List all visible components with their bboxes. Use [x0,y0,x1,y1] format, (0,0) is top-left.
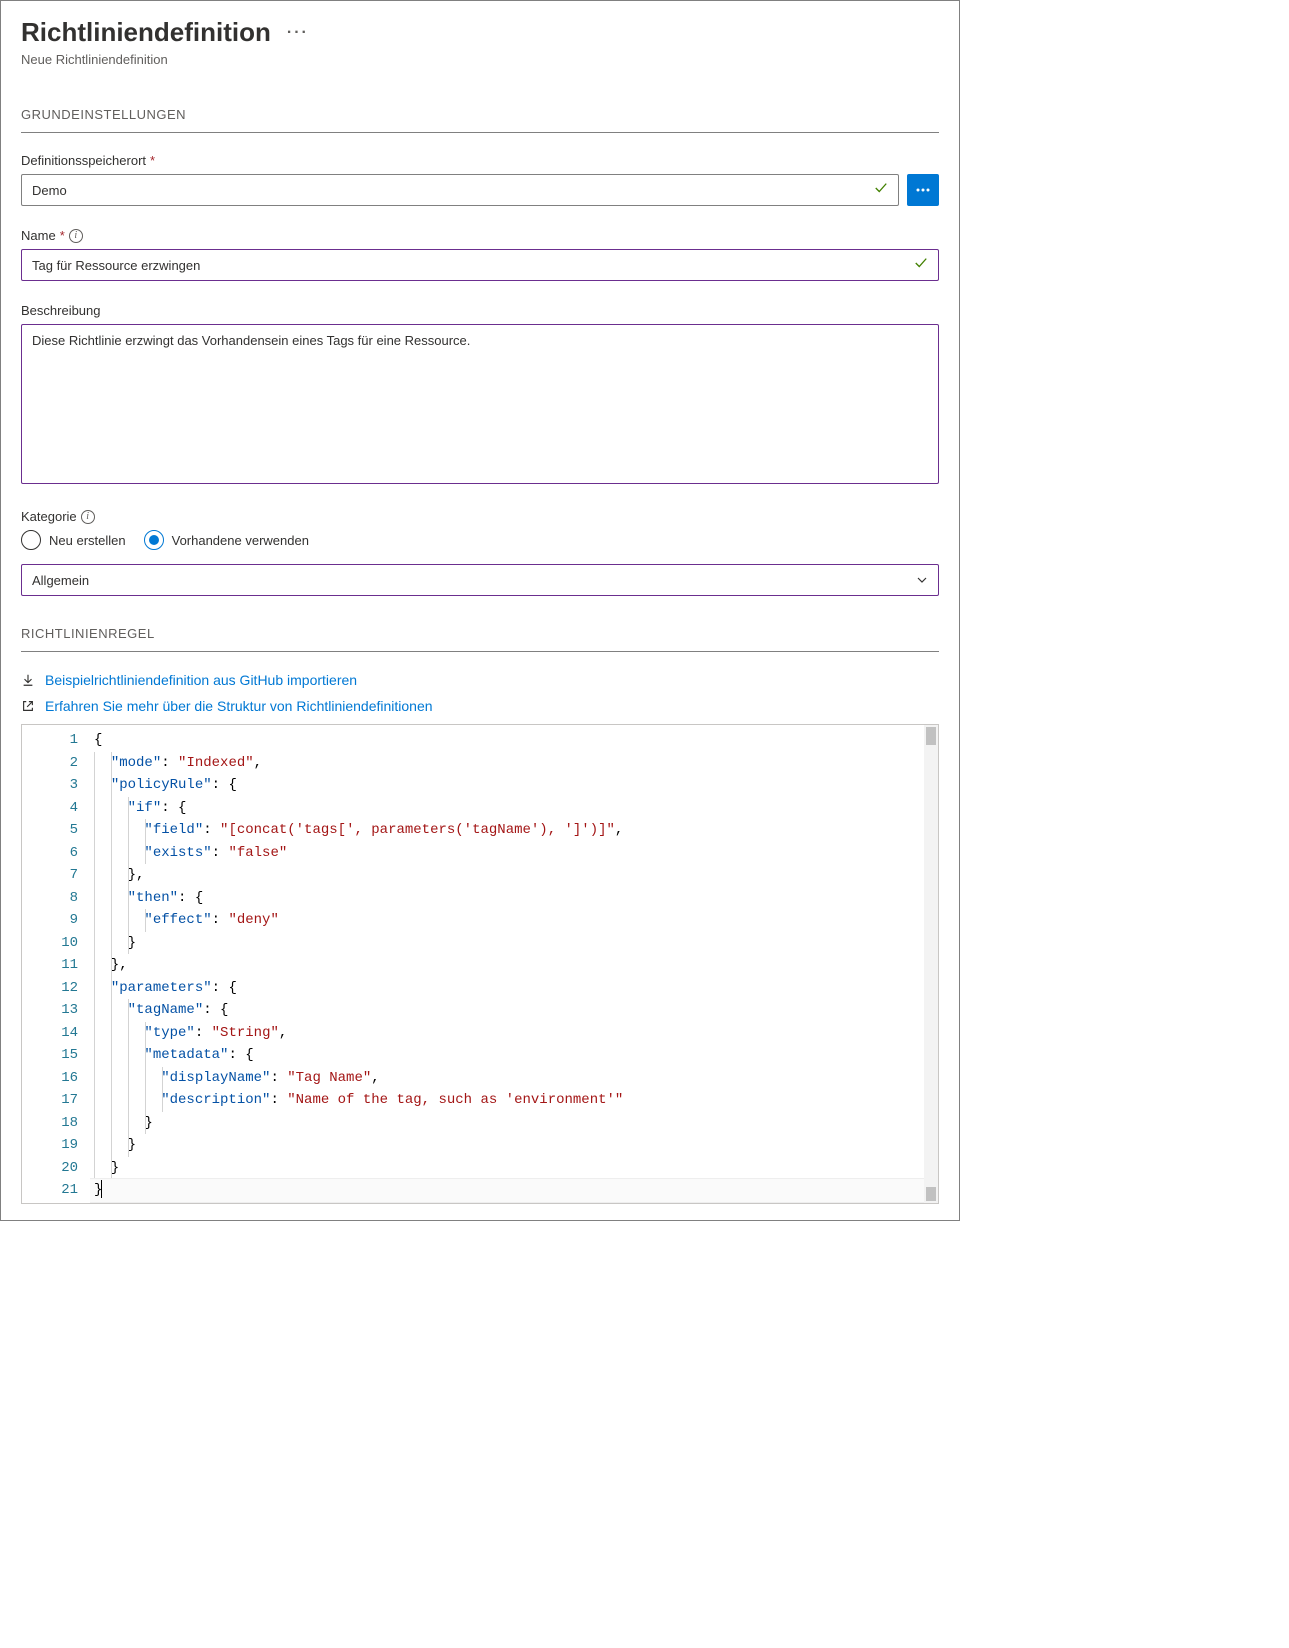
radio-label: Neu erstellen [49,533,126,548]
info-icon[interactable]: i [69,229,83,243]
info-icon[interactable]: i [81,510,95,524]
scroll-thumb[interactable] [926,1187,936,1201]
check-icon [874,181,888,200]
location-input[interactable]: Demo [21,174,899,206]
radio-icon [21,530,41,550]
line-number-gutter: 123456789101112131415161718192021 [22,725,90,1203]
page-subtitle: Neue Richtliniendefinition [21,52,939,67]
category-label: Kategorie i [21,509,939,524]
location-value: Demo [32,183,67,198]
section-rule: RICHTLINIENREGEL [21,626,939,641]
code-body[interactable]: { "mode": "Indexed", "policyRule": { "if… [90,725,924,1203]
divider [21,651,939,652]
radio-use-existing[interactable]: Vorhandene verwenden [144,530,309,550]
external-link-icon [21,699,37,713]
radio-label: Vorhandene verwenden [172,533,309,548]
more-actions-icon[interactable]: ··· [287,24,309,42]
description-label: Beschreibung [21,303,939,318]
required-asterisk: * [150,153,155,168]
learn-link-row: Erfahren Sie mehr über die Struktur von … [21,698,939,714]
name-value: Tag für Ressource erzwingen [32,258,200,273]
name-input[interactable]: Tag für Ressource erzwingen [21,249,939,281]
scroll-thumb[interactable] [926,727,936,745]
download-icon [21,673,37,687]
import-github-link[interactable]: Beispielrichtliniendefinition aus GitHub… [45,672,357,688]
divider [21,132,939,133]
category-value: Allgemein [32,573,89,588]
category-select[interactable]: Allgemein [21,564,939,596]
required-asterisk: * [60,228,65,243]
import-link-row: Beispielrichtliniendefinition aus GitHub… [21,672,939,688]
name-label: Name* i [21,228,939,243]
radio-icon-selected [144,530,164,550]
description-textarea[interactable] [21,324,939,484]
title-text: Richtliniendefinition [21,17,271,48]
category-radio-group: Neu erstellen Vorhandene verwenden [21,530,939,550]
chevron-down-icon [916,574,928,586]
check-icon [914,256,928,275]
policy-json-editor[interactable]: 123456789101112131415161718192021 { "mod… [21,724,939,1204]
location-label: Definitionsspeicherort* [21,153,939,168]
learn-more-link[interactable]: Erfahren Sie mehr über die Struktur von … [45,698,433,714]
vertical-scrollbar[interactable] [924,725,938,1203]
section-basics: GRUNDEINSTELLUNGEN [21,107,939,122]
radio-create-new[interactable]: Neu erstellen [21,530,126,550]
page-title: Richtliniendefinition ··· [21,17,939,48]
browse-location-button[interactable] [907,174,939,206]
